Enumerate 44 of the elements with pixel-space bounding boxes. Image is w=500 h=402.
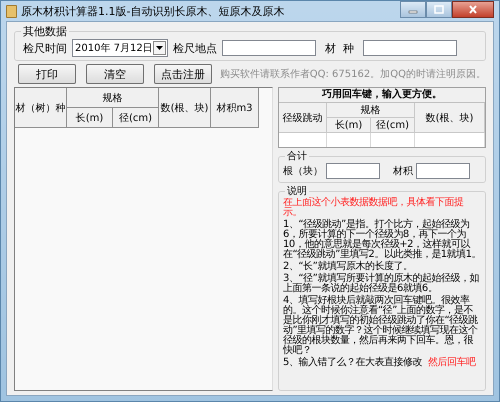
window-title: 原木材积计算器1.1版-自动识别长原木、短原木及原木 [21, 4, 286, 18]
field-label: 材积 [393, 164, 414, 178]
maximize-button[interactable] [426, 1, 452, 18]
close-button[interactable] [452, 1, 494, 18]
column-header: 规格 [327, 103, 416, 118]
help-text: 3、“径”就填写所要计算的原木的起始径级，如上面第一条说的起始径级是6就填6。 [283, 274, 480, 294]
input-field[interactable] [222, 40, 316, 56]
minimize-button[interactable] [400, 1, 426, 18]
button[interactable]: 点击注册 [154, 64, 212, 84]
field-label: 检尺地点 [173, 40, 217, 56]
column-header: 径(cm) [113, 108, 159, 128]
caret-icon [156, 46, 163, 50]
notice-text: 购买软件请联系作者QQ: 675162。加QQ的时请注明原因。 [220, 68, 486, 81]
input-field[interactable] [363, 40, 457, 56]
maximize-icon [434, 5, 444, 14]
column-header: 径(cm) [371, 118, 416, 133]
help-text: 4、填写好根块后就敲两次回车键吧。很效率的。这个时候你注意看“径”上面的数字，是不是比你刚才填写的初始径级跳动了你在“径级跳动”里填写的数字？这个时候继续填写现在这个径级的根块数量，然后再来两下回车。恩，很快吧？ [283, 296, 479, 356]
table-title: 巧用回车键，输入更方便。 [279, 88, 485, 103]
group-label: 其他数据 [21, 25, 69, 38]
column-header: 长(m) [67, 108, 113, 128]
column-header: 长(m) [327, 118, 372, 133]
close-icon [468, 5, 478, 14]
field-label: 材 种 [325, 40, 354, 56]
field-label: 检尺时间 [23, 40, 67, 56]
date-picker[interactable]: 2010年 7月12日 [72, 39, 168, 57]
button[interactable]: 清空 [86, 64, 144, 84]
group-label: 合计 [285, 150, 310, 163]
dropdown-button[interactable] [152, 41, 166, 55]
group-label: 说明 [285, 185, 310, 198]
column-header: 规格 [67, 88, 159, 108]
column-header: 数(根、块) [415, 103, 485, 133]
column-header: 径级跳动 [279, 103, 328, 133]
column-header: 数(根、块) [159, 88, 211, 128]
help-text: 1、“径级跳动”是指。打个比方，起始径级为6，所要计算的下一个径级为8，再下一个为10，他的意思就是每次径级+2，这样就可以在“径级跳动”里填写2。以此类推，是1就填1。 [283, 220, 482, 260]
input-field[interactable] [326, 163, 380, 179]
button[interactable]: 打印 [18, 64, 76, 84]
help-note: 然后回车吧 [428, 357, 476, 368]
column-header: 材（树）种 [15, 88, 67, 128]
help-text: 5、输入错了么？在大表直接修改 [283, 357, 422, 368]
input-field[interactable] [416, 163, 470, 179]
column-header: 材积m3 [211, 88, 259, 128]
help-text: 2、“长”就填写原木的长度了。 [283, 262, 414, 272]
app-icon [6, 4, 17, 18]
field-label: 根（块） [283, 164, 324, 178]
